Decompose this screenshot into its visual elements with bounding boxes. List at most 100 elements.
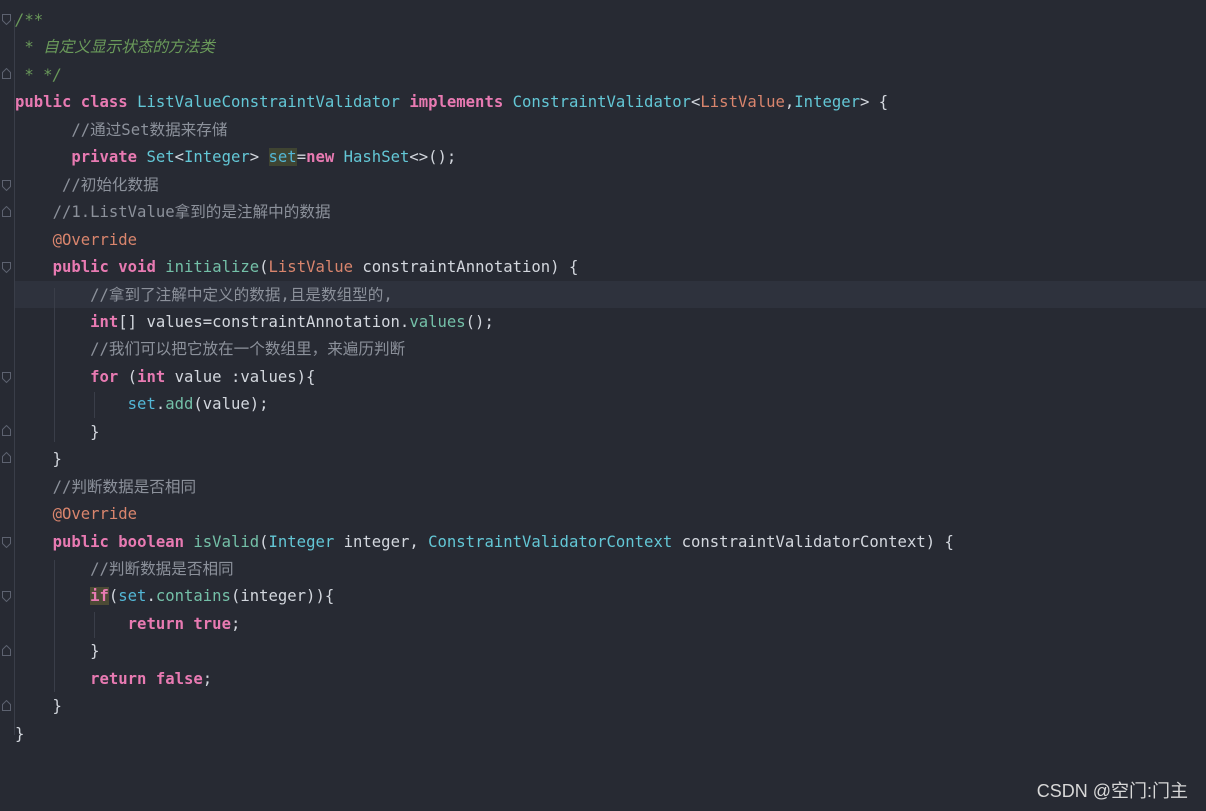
code-line[interactable]: for (int value :values){ xyxy=(15,364,315,391)
fold-end-icon[interactable] xyxy=(2,452,11,463)
code-token: * */ xyxy=(15,65,62,84)
code-token: if xyxy=(90,587,109,606)
code-token: return xyxy=(127,614,185,633)
fold-collapse-icon[interactable] xyxy=(2,372,11,383)
code-token: HashSet xyxy=(343,148,410,167)
fold-end-icon[interactable] xyxy=(2,206,11,217)
code-token: ( xyxy=(259,532,269,551)
code-token: . xyxy=(146,587,156,606)
fold-collapse-icon[interactable] xyxy=(2,14,11,25)
code-line[interactable]: @Override xyxy=(15,501,138,528)
code-token: //1.ListValue拿到的是注解中的数据 xyxy=(52,203,331,222)
code-token: //我们可以把它放在一个数组里，来遍历判断 xyxy=(90,340,406,359)
code-token: (integer)){ xyxy=(230,587,335,606)
fold-collapse-icon[interactable] xyxy=(2,262,11,273)
code-token: false xyxy=(155,669,203,688)
code-token: //判断数据是否相同 xyxy=(90,560,234,578)
code-line[interactable]: } xyxy=(15,446,62,473)
code-token: implements xyxy=(409,93,504,112)
code-token: < xyxy=(691,93,701,112)
code-line[interactable]: set.add(value); xyxy=(15,391,269,418)
fold-end-icon[interactable] xyxy=(2,425,11,436)
code-token: class xyxy=(80,93,128,112)
code-line[interactable]: //初始化数据 xyxy=(15,172,159,199)
code-token: true xyxy=(193,614,231,633)
fold-collapse-icon[interactable] xyxy=(2,591,11,602)
code-token: Set xyxy=(146,148,175,167)
fold-collapse-icon[interactable] xyxy=(2,537,11,548)
code-token: set xyxy=(127,395,156,414)
code-token: int xyxy=(90,312,119,331)
code-line[interactable]: * */ xyxy=(15,62,62,89)
code-token: boolean xyxy=(118,532,185,551)
code-token: public xyxy=(52,532,109,551)
code-line[interactable]: //判断数据是否相同 xyxy=(15,474,197,501)
code-editor[interactable]: /** * 自定义显示状态的方法类 * */ public class ListV… xyxy=(0,0,1206,811)
code-line[interactable]: int[] values=constraintAnnotation.values… xyxy=(15,309,494,336)
fold-end-icon[interactable] xyxy=(2,645,11,656)
fold-end-icon[interactable] xyxy=(2,68,11,79)
code-token: void xyxy=(118,258,156,277)
code-token: initialize xyxy=(165,258,260,277)
code-line[interactable]: //我们可以把它放在一个数组里，来遍历判断 xyxy=(15,336,405,363)
code-line[interactable]: return false; xyxy=(15,666,212,693)
code-token: int xyxy=(137,367,166,386)
code-token: for xyxy=(90,367,119,386)
code-token: isValid xyxy=(193,532,260,551)
code-token: } xyxy=(15,422,100,441)
code-line[interactable]: @Override xyxy=(15,227,138,254)
code-token: = xyxy=(296,148,307,167)
code-line[interactable]: return true; xyxy=(15,611,241,638)
code-token: /** xyxy=(15,11,44,29)
code-line[interactable]: //通过Set数据来存储 xyxy=(15,117,227,144)
code-line[interactable]: public class ListValueConstraintValidato… xyxy=(15,89,888,116)
fold-collapse-icon[interactable] xyxy=(2,180,11,191)
code-token: } xyxy=(15,642,100,661)
code-line[interactable]: public void initialize(ListValue constra… xyxy=(15,254,579,281)
code-line[interactable]: //1.ListValue拿到的是注解中的数据 xyxy=(15,199,331,226)
code-line[interactable]: public boolean isValid(Integer integer, … xyxy=(15,529,954,556)
code-token: Integer xyxy=(184,148,250,167)
code-line[interactable]: /** xyxy=(15,7,43,34)
code-line[interactable]: //判断数据是否相同 xyxy=(15,556,234,583)
code-line[interactable]: //拿到了注解中定义的数据,且是数组型的, xyxy=(15,282,393,309)
code-line[interactable]: } xyxy=(15,693,62,720)
watermark: CSDN @空门:门主 xyxy=(1036,781,1188,801)
code-line[interactable]: if(set.contains(integer)){ xyxy=(15,583,334,610)
code-token: public xyxy=(15,93,72,112)
fold-end-icon[interactable] xyxy=(2,700,11,711)
code-token: new xyxy=(306,148,335,167)
code-token: ( xyxy=(259,258,269,277)
code-token: > { xyxy=(860,93,889,112)
code-token: constraintAnnotation) { xyxy=(353,258,579,277)
code-token: ; xyxy=(230,614,241,633)
code-line[interactable]: } xyxy=(15,721,24,748)
code-token: set xyxy=(118,587,147,606)
code-line[interactable]: * 自定义显示状态的方法类 xyxy=(15,34,214,61)
code-line[interactable]: } xyxy=(15,638,100,665)
code-token: return xyxy=(90,669,147,688)
code-token: ( xyxy=(118,367,138,386)
editor-gutter xyxy=(0,0,14,811)
code-token: ( xyxy=(108,587,119,606)
code-line[interactable]: } xyxy=(15,419,100,446)
code-token: , xyxy=(784,93,795,112)
code-line[interactable]: private Set<Integer> set=new HashSet<>()… xyxy=(15,144,456,171)
code-token: } xyxy=(15,450,62,469)
